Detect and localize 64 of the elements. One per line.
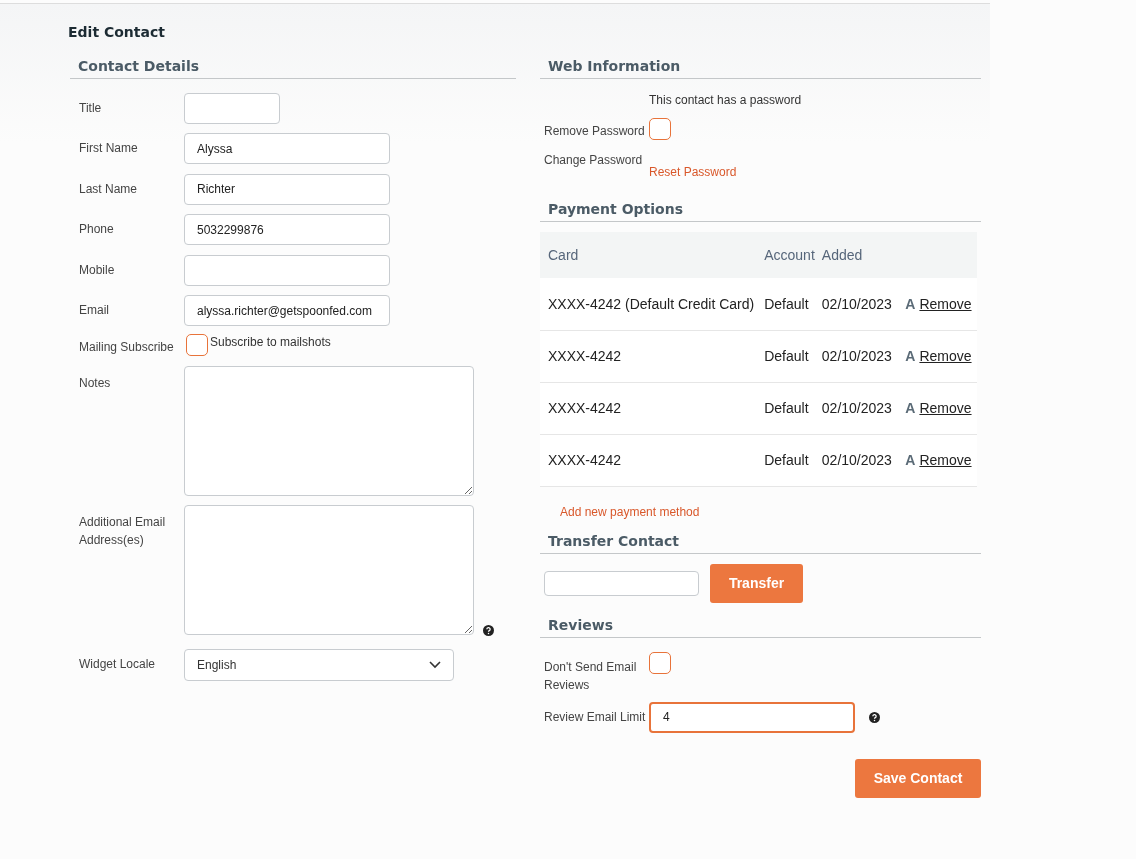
text-field[interactable] (184, 92, 280, 124)
text-field[interactable]: Alyssa (184, 133, 390, 164)
section-heading: Payment Options (547, 200, 684, 219)
table-cell: 02/10/2023 (821, 400, 892, 416)
letter-icon: A (905, 295, 916, 312)
field-label: Don't Send Email Reviews (544, 658, 638, 694)
chevron-icon (429, 661, 441, 669)
transfer-field[interactable] (544, 570, 699, 596)
table-cell: 02/10/2023 (821, 348, 892, 364)
table-cell: Default (764, 295, 809, 312)
field-label: First Name (79, 140, 139, 157)
remove-link[interactable]: Remove (919, 348, 972, 364)
text-field[interactable]: Richter (184, 173, 390, 205)
field-label: Review Email Limit (544, 709, 647, 726)
table-cell: 02/10/2023 (821, 295, 892, 312)
help-icon[interactable] (483, 625, 494, 636)
table-cell: XXXX-4242 (Default Credit Card) (548, 295, 755, 312)
column-header: Account (764, 247, 815, 263)
text-area[interactable] (184, 365, 474, 496)
add-payment-link[interactable]: Add new payment method (560, 504, 700, 519)
table-cell: 02/10/2023 (821, 452, 892, 468)
field-label: Phone (79, 221, 115, 238)
field-label: Notes (79, 374, 112, 392)
letter-icon: A (905, 452, 916, 468)
section-heading: Web Information (547, 57, 682, 76)
password-status-text: This contact has a password (649, 93, 802, 107)
field-label: Email (79, 302, 110, 319)
help-icon[interactable] (869, 711, 880, 723)
text-area[interactable] (184, 505, 474, 635)
field-label: Change Password (544, 152, 644, 169)
letter-icon: A (905, 348, 916, 364)
remove-link[interactable]: Remove (919, 400, 972, 416)
column-header: Added (821, 247, 863, 263)
checkbox[interactable] (649, 118, 671, 140)
section-heading: Contact Details (77, 57, 201, 76)
table-cell: XXXX-4242 (548, 452, 622, 468)
reset-password-link[interactable]: Reset Password (649, 165, 737, 179)
text-field[interactable]: alyssa.richter@getspoonfed.com (184, 295, 390, 326)
checkbox-label: Subscribe to mailshots (210, 334, 331, 349)
field-label: Mobile (79, 261, 116, 279)
checkbox[interactable] (186, 334, 208, 356)
field-label: Last Name (79, 180, 139, 198)
locale-dropdown[interactable]: English (184, 649, 454, 681)
column-header: Card (548, 247, 579, 263)
checkbox[interactable] (649, 651, 671, 674)
table-cell: Default (764, 452, 809, 468)
remove-link[interactable]: Remove (919, 452, 972, 468)
remove-link[interactable]: Remove (919, 295, 972, 312)
table-cell: Default (764, 348, 809, 364)
letter-icon: A (905, 400, 916, 416)
table-cell: XXXX-4242 (548, 400, 622, 416)
field-label: Widget Locale (79, 656, 157, 673)
field-label: Remove Password (544, 123, 646, 140)
field-label: Mailing Subscribe (79, 339, 175, 356)
table-cell: Default (764, 400, 809, 416)
section-heading: Reviews (547, 615, 614, 635)
page-title: Edit Contact (68, 24, 165, 40)
table-cell: XXXX-4242 (548, 348, 622, 364)
field-label: Title (79, 99, 103, 117)
section-heading: Transfer Contact (547, 531, 681, 551)
field-label: Additional Email Address(es) (79, 514, 167, 549)
email-limit-field[interactable]: 4 (649, 701, 855, 733)
text-field[interactable]: 5032299876 (184, 214, 390, 245)
text-field[interactable] (184, 254, 390, 286)
